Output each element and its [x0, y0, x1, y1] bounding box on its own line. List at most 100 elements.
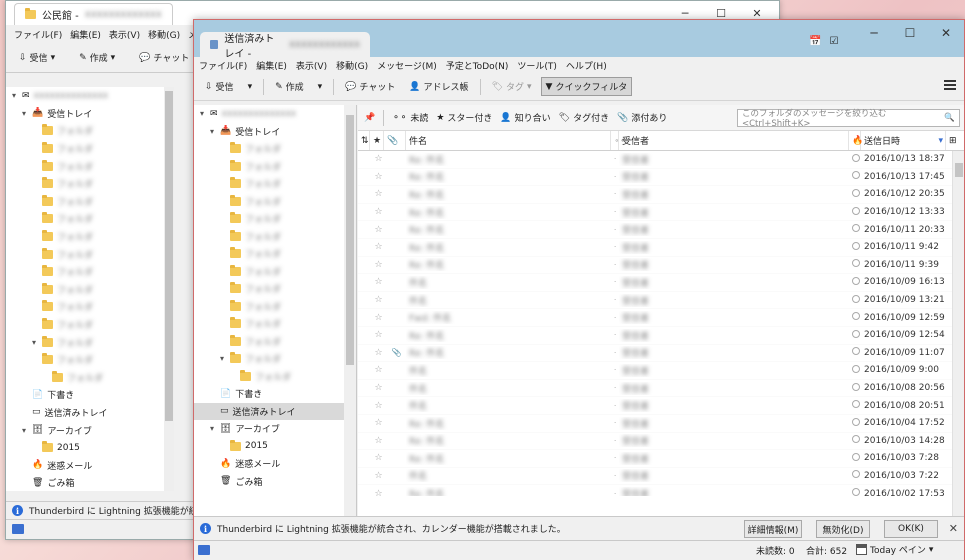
back-folder-row[interactable]: 2015 [6, 439, 173, 457]
read-dot-icon[interactable]: · [611, 490, 619, 496]
folder-row[interactable]: 2015 [194, 438, 356, 456]
minimize-icon[interactable]: ─ [856, 21, 892, 45]
main-menu-item[interactable]: ファイル(F) [199, 59, 247, 72]
back-menu-item[interactable]: 表示(V) [109, 28, 140, 41]
message-row[interactable]: ☆ Fwd: 件名 · 受信者 2016/10/09 12:59 [358, 309, 964, 327]
search-icon[interactable]: 🔍 [944, 113, 955, 123]
junk-status-icon[interactable] [849, 347, 861, 358]
calendar-icon[interactable]: 📅 [809, 36, 821, 47]
back-chat-button[interactable]: 💬 チャット [134, 48, 194, 67]
read-dot-icon[interactable]: · [611, 243, 619, 251]
sent-folder-tab[interactable]: 送信済みトレイ - xxxxxxxxxxxx [200, 32, 370, 60]
account-row[interactable]: ▾ ✉ xxxxxxxxxxxxxx [194, 105, 356, 123]
message-row[interactable]: ☆ 件名 · 受信者 2016/10/09 13:21 [358, 292, 964, 310]
message-row[interactable]: ☆ 件名 · 受信者 2016/10/09 9:00 [358, 362, 964, 380]
folder-row[interactable]: フォルダ [194, 175, 356, 193]
tasks-icon[interactable]: ☑ [829, 36, 838, 47]
disable-button[interactable]: 無効化(D) [816, 520, 870, 538]
star-icon[interactable]: ☆ [370, 436, 384, 446]
folder-row[interactable]: フォルダ [194, 298, 356, 316]
back-folder-row[interactable]: フォルダ [6, 351, 173, 369]
star-icon[interactable]: ☆ [370, 172, 384, 182]
back-account-row[interactable]: ▾ ✉ xxxxxxxxxxxxxx [6, 87, 173, 105]
back-window-tab[interactable]: 公民館 - xxxxxxxxxxxxx [14, 3, 173, 25]
message-scrollbar[interactable] [952, 151, 964, 516]
message-row[interactable]: ☆ Re: 件名 · 受信者 2016/10/11 9:39 [358, 257, 964, 275]
read-dot-icon[interactable]: · [611, 208, 619, 216]
folder-row[interactable]: フォルダ [194, 245, 356, 263]
star-icon[interactable]: ☆ [370, 260, 384, 270]
main-menu-item[interactable]: ツール(T) [517, 59, 557, 72]
chevron-down-icon[interactable]: ▾ [20, 426, 28, 435]
junk-status-icon[interactable] [849, 259, 861, 270]
read-dot-icon[interactable]: · [611, 366, 619, 374]
junk-status-icon[interactable] [849, 188, 861, 200]
folder-row[interactable]: フォルダ [194, 228, 356, 246]
back-folder-row[interactable]: フォルダ [6, 122, 173, 140]
read-dot-icon[interactable]: · [611, 384, 619, 392]
folder-row[interactable]: フォルダ [194, 140, 356, 158]
chevron-down-icon[interactable]: ▾ [198, 109, 206, 118]
message-row[interactable]: ☆ 件名 · 受信者 2016/10/08 20:51 [358, 397, 964, 415]
star-icon[interactable]: ☆ [370, 277, 384, 287]
star-icon[interactable]: ☆ [370, 242, 384, 252]
star-icon[interactable]: ☆ [370, 453, 384, 463]
read-dot-icon[interactable]: · [611, 155, 619, 163]
read-dot-icon[interactable]: · [611, 190, 619, 198]
message-row[interactable]: ☆ 件名 · 受信者 2016/10/09 16:13 [358, 274, 964, 292]
back-folder-row[interactable]: 🗑 ごみ箱 [6, 474, 173, 491]
main-menu-item[interactable]: 予定とToDo(N) [446, 59, 509, 72]
back-folder-row[interactable]: フォルダ [6, 228, 173, 246]
back-folder-row[interactable]: フォルダ [6, 210, 173, 228]
folder-row[interactable]: 📄 下書き [194, 385, 356, 403]
star-icon[interactable]: ☆ [370, 295, 384, 305]
back-get-mail-button[interactable]: ⇩ 受信 ▾ [14, 48, 60, 67]
folder-row[interactable]: ▾ 🗄 アーカイブ [194, 420, 356, 438]
network-icon[interactable] [12, 524, 24, 534]
chat-button[interactable]: 💬 チャット [340, 77, 400, 96]
write-button[interactable]: ✎ 作成 [270, 77, 309, 96]
message-row[interactable]: ☆ Re: 件名 · 受信者 2016/10/03 14:28 [358, 433, 964, 451]
read-dot-icon[interactable]: · [611, 349, 619, 357]
filter-attachment-button[interactable]: 📎 添付あり [615, 111, 669, 125]
get-mail-dropdown[interactable]: ▾ [243, 79, 258, 95]
read-dot-icon[interactable]: · [611, 173, 619, 181]
back-folder-row[interactable]: フォルダ [6, 316, 173, 334]
star-icon[interactable]: ☆ [370, 365, 384, 375]
back-folder-row[interactable]: ▾ 🗄 アーカイブ [6, 421, 173, 439]
main-menu-item[interactable]: 表示(V) [296, 59, 327, 72]
junk-status-icon[interactable] [849, 364, 861, 376]
star-icon[interactable]: ☆ [370, 189, 384, 199]
filter-starred-button[interactable]: ★ スター付き [434, 111, 494, 125]
back-folder-row[interactable]: フォルダ [6, 157, 173, 175]
back-folder-row[interactable]: ▾ 📥 受信トレイ [6, 105, 173, 123]
folder-row[interactable]: フォルダ [194, 368, 356, 386]
chevron-down-icon[interactable]: ▾ [10, 91, 18, 100]
back-folder-row[interactable]: フォルダ [6, 263, 173, 281]
tag-button[interactable]: 🏷 タグ ▾ [487, 77, 537, 96]
folder-row[interactable]: フォルダ [194, 315, 356, 333]
today-pane-toggle[interactable]: Today ペイン ▾ [856, 543, 933, 556]
junk-status-icon[interactable] [849, 153, 861, 165]
back-folder-row[interactable]: フォルダ [6, 281, 173, 299]
chevron-down-icon[interactable]: ▾ [218, 354, 226, 363]
folder-row[interactable]: 🔥 迷惑メール [194, 455, 356, 473]
close-icon[interactable]: ✕ [949, 522, 958, 535]
quick-filter-button[interactable]: ▼ クイックフィルタ [540, 77, 633, 96]
read-dot-icon[interactable]: · [611, 472, 619, 480]
back-folder-row[interactable]: ▭ 送信済みトレイ [6, 404, 173, 422]
read-dot-icon[interactable]: · [611, 402, 619, 410]
message-row[interactable]: ☆ Re: 件名 · 受信者 2016/10/12 20:35 [358, 186, 964, 204]
filter-search-input[interactable]: このフォルダのメッセージを絞り込む <Ctrl+Shift+K> 🔍 [737, 109, 960, 129]
chevron-down-icon[interactable]: ▾ [30, 338, 38, 347]
read-dot-icon[interactable]: · [611, 454, 619, 462]
date-column-header[interactable]: 送信日時 ▾ [861, 131, 946, 150]
folder-row[interactable]: フォルダ [194, 193, 356, 211]
thunderbird-main-window[interactable]: 送信済みトレイ - xxxxxxxxxxxx 📅 ☑ ─ ☐ ✕ ファイル(F)… [193, 19, 965, 560]
main-menu-item[interactable]: 編集(E) [256, 59, 287, 72]
app-menu-icon[interactable] [944, 80, 956, 90]
message-row[interactable]: ☆ 📎 Re: 件名 · 受信者 2016/10/09 11:07 [358, 345, 964, 363]
junk-status-icon[interactable] [849, 329, 861, 341]
junk-status-icon[interactable] [849, 224, 861, 235]
star-icon[interactable]: ☆ [370, 225, 384, 235]
